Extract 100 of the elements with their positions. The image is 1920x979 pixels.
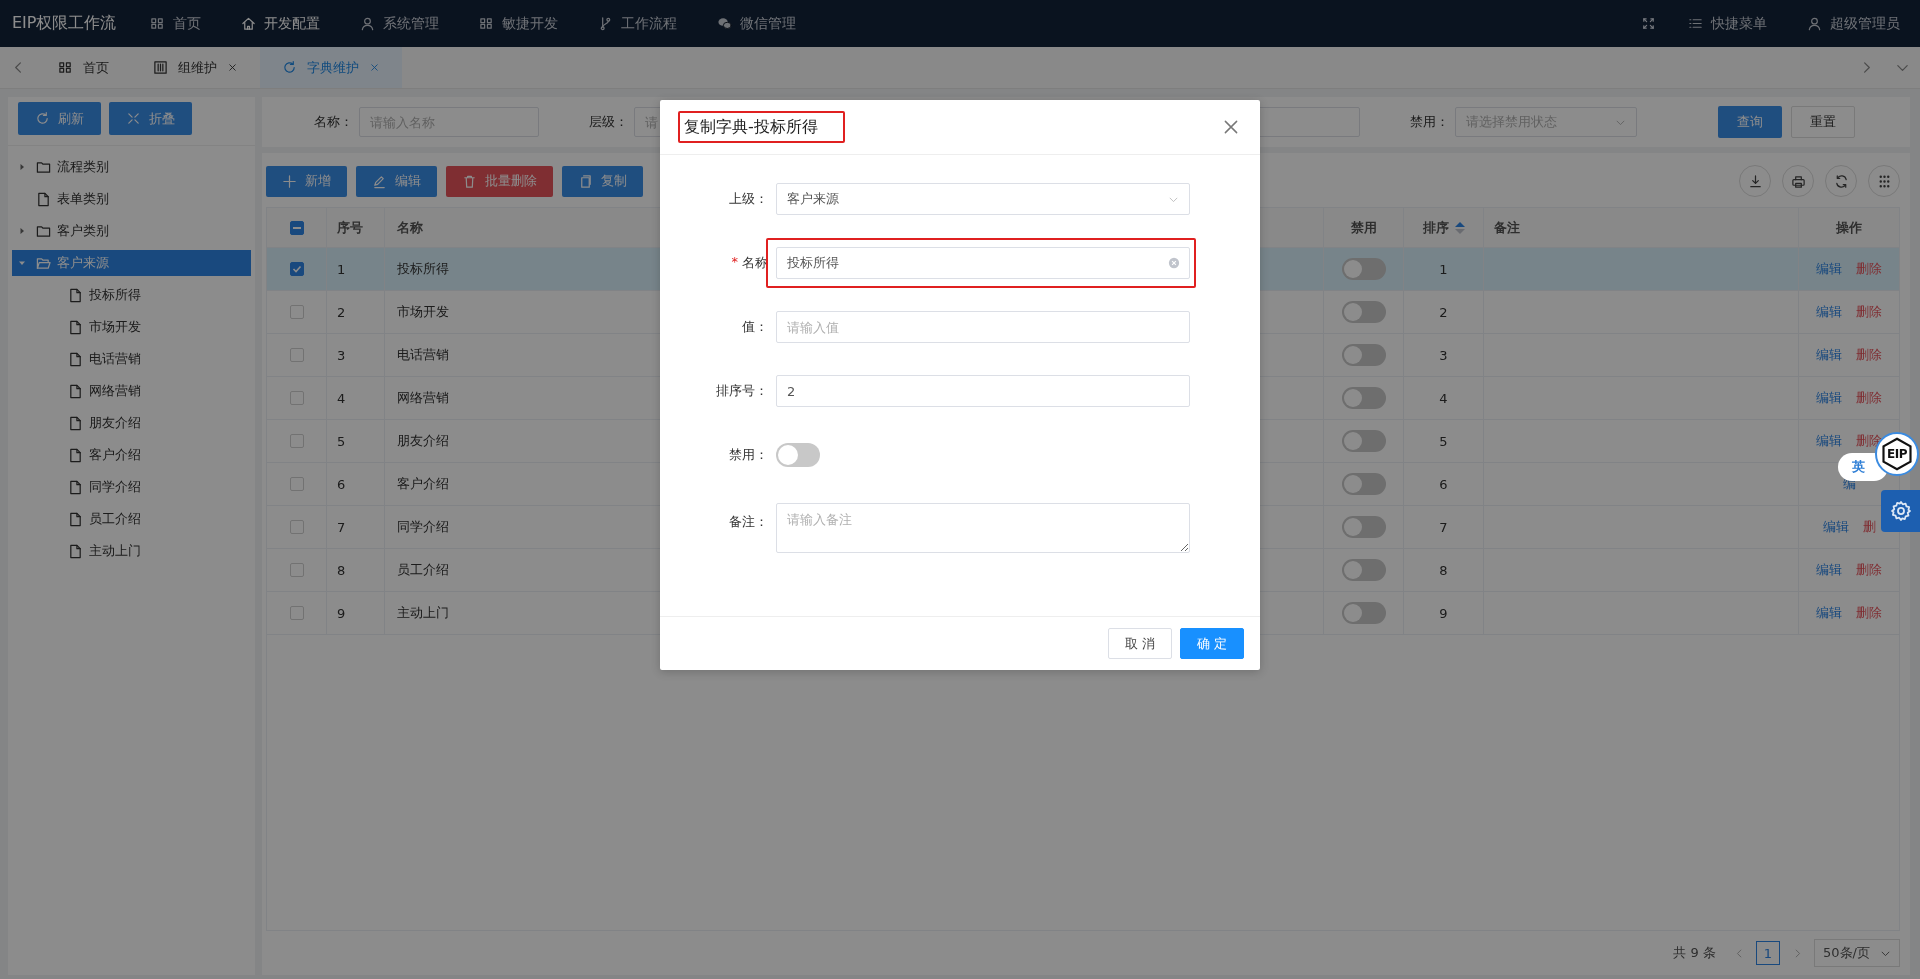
collapsed-arrow-icon[interactable] [18,163,26,171]
page-tab[interactable]: 字典维护 [260,47,402,88]
query-button[interactable]: 查询 [1718,106,1782,138]
delete-link[interactable]: 删除 [1856,303,1882,321]
edit-link[interactable]: 编辑 [1816,389,1842,407]
row-checkbox[interactable] [289,434,304,448]
settings-icon [1889,500,1912,522]
delete-link[interactable]: 删除 [1856,389,1882,407]
toggle-switch[interactable] [1341,301,1386,323]
delete-link[interactable]: 删除 [1856,561,1882,579]
delete-button[interactable]: 批量删除 [446,165,553,197]
toggle-switch[interactable] [1341,387,1386,409]
refresh-button[interactable]: 刷新 [18,102,101,135]
row-checkbox[interactable] [289,563,304,577]
collapse-button[interactable]: 折叠 [109,102,192,135]
export-button[interactable] [1739,165,1771,197]
edit-link[interactable]: 编辑 [1816,346,1842,364]
page-tab[interactable]: 首页 [36,47,131,88]
edit-link[interactable]: 编辑 [1816,260,1842,278]
sort-icon[interactable] [1454,221,1465,234]
reset-button[interactable]: 重置 [1791,106,1855,138]
row-checkbox[interactable] [289,348,304,362]
toggle-switch[interactable] [1341,258,1386,280]
text-area[interactable]: 请输入备注 [776,503,1190,553]
delete-link[interactable]: 删除 [1856,346,1882,364]
print-button[interactable] [1782,165,1814,197]
row-checkbox[interactable] [289,520,304,534]
tree-node[interactable]: 网络营销 [12,378,251,404]
user-menu[interactable]: 超级管理员 [1787,0,1920,47]
tree-node[interactable]: 客户来源 [12,250,251,276]
delete-link[interactable]: 删除 [1856,260,1882,278]
copy-button[interactable]: 复制 [562,165,643,197]
toggle-switch[interactable] [1341,602,1386,624]
toggle-switch[interactable] [1341,430,1386,452]
nav-menu-item[interactable]: 系统管理 [340,0,460,47]
toggle-switch[interactable] [1341,559,1386,581]
tree-node[interactable]: 电话营销 [12,346,251,372]
cancel-button[interactable]: 取 消 [1108,628,1172,659]
column-header[interactable]: 序号 [337,218,363,237]
chat-icon [717,16,733,31]
tree-node[interactable]: 同学介绍 [12,474,251,500]
column-header[interactable]: 备注 [1494,218,1520,237]
quick-menu-button[interactable]: 快捷菜单 [1668,0,1787,47]
tree-node[interactable]: 客户类别 [12,218,251,244]
column-header[interactable]: 排序 [1422,218,1449,237]
toggle-switch[interactable] [1341,473,1386,495]
row-checkbox[interactable] [289,305,304,319]
row-checkbox[interactable] [289,262,304,276]
select-field[interactable]: 客户来源 [776,183,1190,215]
edit-link[interactable]: 编辑 [1822,518,1849,536]
settings-button[interactable] [1881,490,1920,532]
row-checkbox[interactable] [289,391,304,405]
column-header[interactable]: 名称 [397,218,423,237]
refresh-icon [35,111,50,126]
tree-node[interactable]: 主动上门 [12,538,251,564]
input-field[interactable]: 2 [776,375,1190,407]
input-field[interactable]: 投标所得 [776,247,1190,279]
toggle-switch[interactable] [776,443,820,467]
toggle-switch[interactable] [1341,344,1386,366]
nav-menu-item[interactable]: 首页 [130,0,222,47]
tree-node[interactable]: 员工介绍 [12,506,251,532]
page-size-select[interactable]: 50条/页 [1814,939,1900,967]
tree-node[interactable]: 客户介绍 [12,442,251,468]
edit-link[interactable]: 编辑 [1816,303,1842,321]
tree-node[interactable]: 投标所得 [12,282,251,308]
toggle-switch[interactable] [1341,516,1386,538]
reload-button[interactable] [1825,165,1857,197]
column-header[interactable]: 操作 [1836,218,1862,237]
edit-link[interactable]: 编辑 [1816,432,1842,450]
column-header[interactable]: 禁用 [1350,218,1377,237]
tree-node[interactable]: 表单类别 [12,186,251,212]
user-icon [360,16,376,31]
collapsed-arrow-icon[interactable] [18,227,26,235]
table-cell: 客户介绍 [397,475,449,493]
tree-node[interactable]: 市场开发 [12,314,251,340]
page-number[interactable]: 1 [1756,941,1780,965]
nav-menu-item[interactable]: 开发配置 [221,0,341,47]
required-mark: * [731,254,738,271]
expanded-arrow-icon[interactable] [18,259,26,267]
select-all-checkbox[interactable] [289,220,304,235]
input-field[interactable]: 请输入值 [776,311,1190,343]
add-button[interactable]: 新增 [266,165,347,197]
app-title: EIP权限工作流 [11,13,118,34]
edit-button[interactable]: 编辑 [356,165,437,197]
tree-node[interactable]: 朋友介绍 [12,410,251,436]
edit-link[interactable]: 编辑 [1816,604,1842,622]
row-checkbox[interactable] [289,477,304,491]
tree-node[interactable]: 流程类别 [12,154,251,180]
delete-link[interactable]: 删除 [1856,604,1882,622]
row-checkbox[interactable] [289,606,304,620]
nav-menu-item[interactable]: 微信管理 [697,0,817,47]
page-tab[interactable]: 组维护 [131,47,260,88]
edit-link[interactable]: 编辑 [1816,561,1842,579]
delete-link[interactable]: 删 [1862,518,1876,536]
columns-button[interactable] [1868,165,1900,197]
confirm-button[interactable]: 确 定 [1180,628,1244,659]
nav-menu-item[interactable]: 敏捷开发 [459,0,579,47]
clear-icon[interactable] [1168,257,1180,269]
close-button[interactable] [1222,118,1240,136]
nav-menu-item[interactable]: 工作流程 [578,0,698,47]
